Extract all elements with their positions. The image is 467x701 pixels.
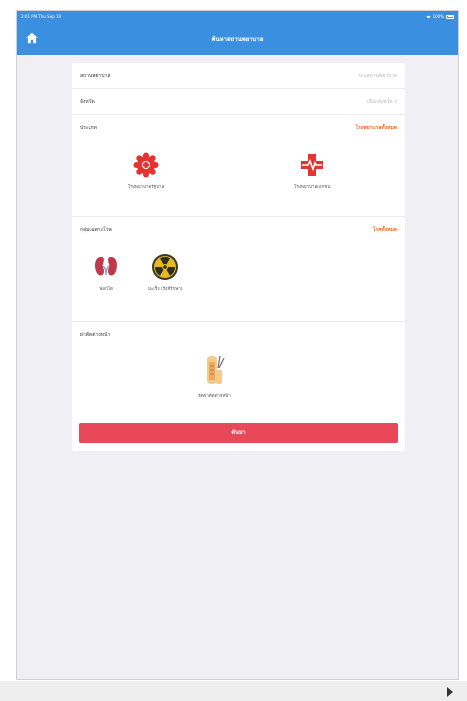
chevron-right-icon: › [394,98,397,105]
hospital-type-section: ประเภท โรงพยาบาลทั้งหมด โรงพยาบาลรัฐบาล [72,115,405,217]
private-hospital-icon [301,154,324,176]
bottom-toolbar [0,681,467,701]
battery-icon [446,14,454,19]
disease-section-label: กลุ่มเฉพาะโรค [80,227,113,233]
status-bar: 2:01 PM Thu Sep 19 100% [17,11,458,22]
play-arrow-icon[interactable] [447,687,453,697]
dialysis-label: ฟอกไต [99,287,113,292]
search-button[interactable]: ค้นหา [79,423,398,443]
surgery-section-label: ผ่าตัดต่างหน้า [80,332,111,338]
province-label: จังหวัด [80,98,95,105]
cancer-radiotherapy-option[interactable]: มะเร็ง (รังสีรักษา) [148,253,182,292]
search-form-card: สถานพยาบาล ระบุสถานพยาบาล จังหวัด เลือกจ… [72,63,405,451]
surgery-section: ผ่าตัดต่างหน้า จัดผ่าตัดต่างหน้า [72,322,405,422]
all-diseases-link[interactable]: โรคทั้งหมด [373,226,397,234]
cancer-radiotherapy-label: มะเร็ง (รังสีรักษา) [148,287,183,292]
page-title: ค้นหาสถานพยาบาล [211,35,264,43]
radiation-icon [152,254,179,280]
navigation-bar: ค้นหาสถานพยาบาล [17,22,458,55]
private-hospital-label: โรงพยาบาลเอกชน [294,185,331,190]
app-window: 2:01 PM Thu Sep 19 100% ค้นหาสถานพยาบาล … [16,10,459,680]
surgery-option[interactable]: จัดผ่าตัดต่างหน้า [198,352,231,399]
status-time: 2:01 PM Thu Sep 19 [21,14,62,19]
type-section-label: ประเภท [80,125,97,131]
government-hospital-label: โรงพยาบาลรัฐบาล [128,185,165,190]
home-icon[interactable] [25,31,39,45]
battery-percent: 100% [432,14,444,19]
private-hospital-option[interactable]: โรงพยาบาลเอกชน [294,151,330,190]
hospital-label: สถานพยาบาล [80,72,111,79]
government-hospital-icon [133,152,159,178]
wifi-icon [426,15,431,18]
surgery-label: จัดผ่าตัดต่างหน้า [198,394,231,399]
government-hospital-option[interactable]: โรงพยาบาลรัฐบาล [128,151,164,190]
province-select[interactable]: เลือกจังหวัด › [367,98,397,106]
kidney-icon [95,257,117,276]
province-row[interactable]: จังหวัด เลือกจังหวัด › [72,89,405,115]
hospital-input[interactable]: ระบุสถานพยาบาล [358,72,397,80]
province-value: เลือกจังหวัด [367,98,393,105]
disease-group-section: กลุ่มเฉพาะโรค โรคทั้งหมด ฟอกไต มะเร็ง (ร… [72,217,405,322]
all-hospitals-link[interactable]: โรงพยาบาลทั้งหมด [356,124,397,132]
hospital-name-row[interactable]: สถานพยาบาล ระบุสถานพยาบาล [72,63,405,89]
dialysis-option[interactable]: ฟอกไต [92,253,120,292]
surgery-icon [207,355,225,384]
